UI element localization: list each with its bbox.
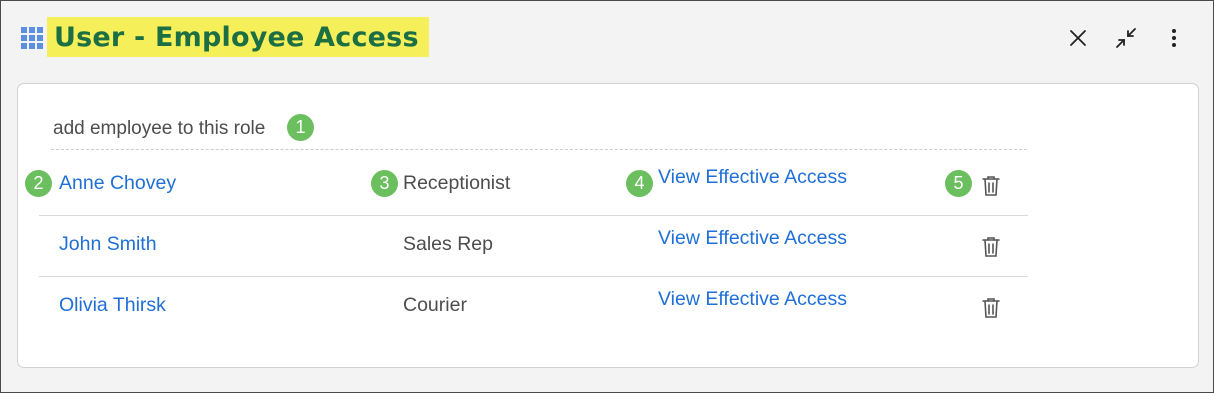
trash-icon[interactable] <box>980 235 1002 259</box>
callout-badge: 4 <box>626 170 653 197</box>
employee-access-panel: add employee to this role Anne Chovey Re… <box>17 83 1199 368</box>
grid-icon[interactable] <box>21 27 43 49</box>
callout-badge: 2 <box>25 170 52 197</box>
row-divider <box>39 276 1028 277</box>
page-title: User - Employee Access <box>54 21 419 53</box>
callout-badge: 3 <box>371 170 398 197</box>
employee-name-link[interactable]: Anne Chovey <box>59 172 176 195</box>
trash-icon[interactable] <box>980 296 1002 320</box>
view-effective-access-link[interactable]: View Effective Access <box>658 166 847 189</box>
close-icon[interactable] <box>1065 25 1091 51</box>
callout-badge: 5 <box>945 170 972 197</box>
employee-access-window: User - Employee Access add employee to t… <box>0 0 1214 393</box>
employee-name-link[interactable]: John Smith <box>59 233 157 256</box>
employee-role: Sales Rep <box>403 233 493 255</box>
view-effective-access-link[interactable]: View Effective Access <box>658 288 847 311</box>
callout-badge: 1 <box>287 114 314 141</box>
row-divider <box>39 215 1028 216</box>
title-highlight: User - Employee Access <box>47 17 429 57</box>
collapse-icon[interactable] <box>1113 25 1139 51</box>
employee-role: Receptionist <box>403 172 511 194</box>
add-employee-link[interactable]: add employee to this role <box>53 118 265 140</box>
window-header: User - Employee Access <box>1 1 1213 79</box>
employee-role: Courier <box>403 294 467 316</box>
trash-icon[interactable] <box>980 174 1002 198</box>
divider <box>51 149 1027 150</box>
employee-name-link[interactable]: Olivia Thirsk <box>59 294 166 317</box>
more-vertical-icon[interactable] <box>1161 25 1187 51</box>
view-effective-access-link[interactable]: View Effective Access <box>658 227 847 250</box>
